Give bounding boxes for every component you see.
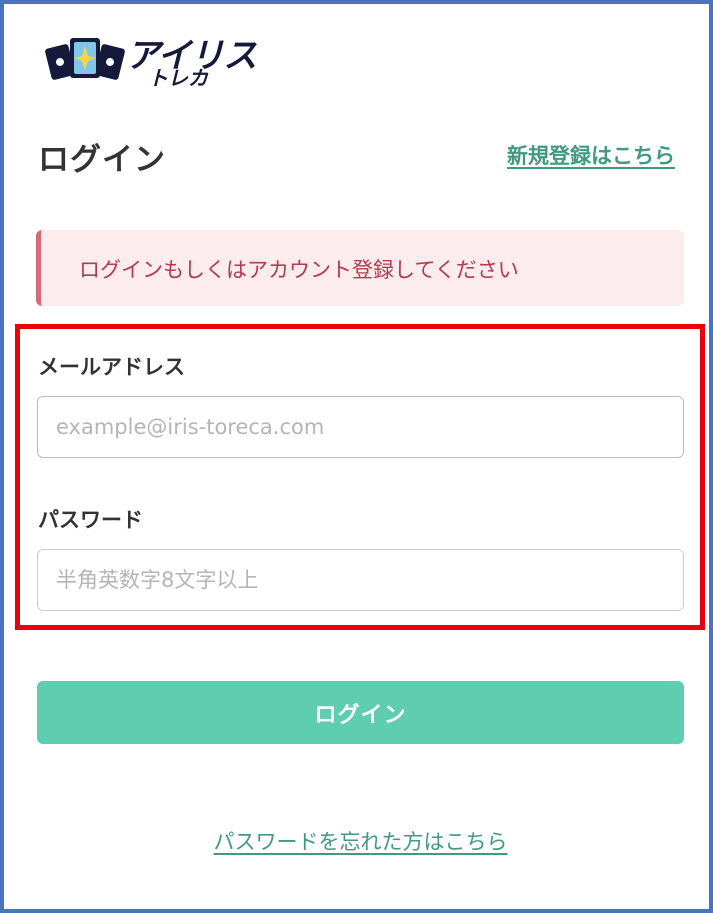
password-input[interactable] [37, 549, 684, 611]
brand-logo[interactable]: アイリス トレカ [44, 30, 257, 90]
password-label: パスワード [38, 508, 143, 532]
page-frame: アイリス トレカ ログイン 新規登録はこちら ログインもしくはアカウント登録して… [0, 0, 713, 913]
logo-subtitle: トレカ [148, 66, 208, 90]
login-required-alert: ログインもしくはアカウント登録してください [36, 230, 684, 306]
forgot-password-container: パスワードを忘れた方はこちら [4, 826, 713, 856]
email-label: メールアドレス [38, 355, 185, 379]
trading-cards-icon [45, 38, 125, 80]
page-title: ログイン [38, 142, 166, 178]
login-button[interactable]: ログイン [37, 681, 684, 744]
register-link[interactable]: 新規登録はこちら [507, 140, 675, 170]
email-input[interactable] [37, 396, 684, 458]
alert-message: ログインもしくはアカウント登録してください [79, 258, 519, 282]
forgot-password-link[interactable]: パスワードを忘れた方はこちら [214, 830, 508, 854]
